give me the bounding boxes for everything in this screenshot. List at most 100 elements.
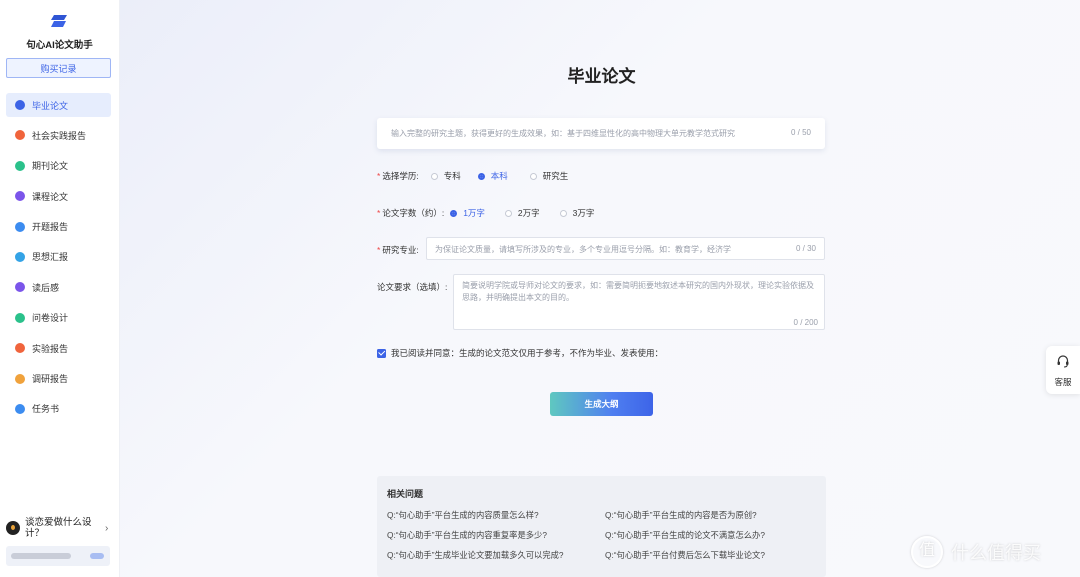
major-placeholder: 为保证论文质量，请填写所涉及的专业，多个专业用逗号分隔。如：教育学，经济学 <box>435 245 731 254</box>
requirements-textarea[interactable]: 简要说明学院或导师对论文的要求，如：需要简明扼要地叙述本研究的国内外现状，理论实… <box>453 274 825 330</box>
purchase-records-button[interactable]: 购买记录 <box>6 58 111 78</box>
sidebar-item-label: 读后感 <box>32 282 60 293</box>
education-option-associate[interactable]: 专科 <box>430 170 461 182</box>
radio-dot <box>529 172 537 180</box>
major-input[interactable]: 为保证论文质量，请填写所涉及的专业，多个专业用逗号分隔。如：教育学，经济学 0 … <box>426 237 825 260</box>
requirements-label: 论文要求（选填）: <box>377 282 448 292</box>
faq-question[interactable]: Q:“句心助手”生成毕业论文要加载多久可以完成? <box>387 549 564 561</box>
required-mark: * <box>377 171 381 181</box>
faq-question[interactable]: Q:“句心助手”平台生成的内容是否为原创? <box>605 509 757 521</box>
sidebar-item-label: 社会实践报告 <box>32 130 87 141</box>
watermark-text: 什么值得买 <box>951 543 1041 563</box>
word-count-row: * 论文字数（约）: 1万字 2万字 3万字 <box>377 207 594 219</box>
blurred-user-link[interactable] <box>90 553 104 559</box>
sidebar-item-label: 毕业论文 <box>32 100 69 111</box>
promo-text: 谈恋爱做什么设计？ <box>25 517 92 539</box>
faq-question[interactable]: Q:“句心助手”平台生成的论文不满意怎么办? <box>605 529 765 541</box>
agreement-text: 我已阅读并同意：生成的论文范文仅用于参考，不作为毕业、发表使用： <box>391 348 664 358</box>
journal-icon <box>15 160 25 171</box>
sidebar-item-label: 开题报告 <box>32 222 69 233</box>
education-option-bachelor[interactable]: 本科 <box>477 170 508 182</box>
blurred-user-info <box>11 553 71 559</box>
promo-avatar <box>6 521 20 535</box>
customer-service-label: 客服 <box>1054 377 1072 387</box>
sidebar-item-thought-report[interactable]: 思想汇报 <box>6 245 111 269</box>
radio-dot <box>450 209 458 217</box>
sidebar-item-social-practice[interactable]: 社会实践报告 <box>6 123 111 147</box>
thesis-icon <box>15 100 25 110</box>
sidebar-item-course[interactable]: 课程论文 <box>6 184 111 208</box>
faq-title: 相关问题 <box>387 489 424 499</box>
radio-dot <box>430 172 438 180</box>
thought-report-icon <box>15 251 25 262</box>
user-account-bar[interactable] <box>6 546 110 566</box>
faq-question[interactable]: Q:“句心助手”平台付费后怎么下载毕业论文? <box>605 549 765 561</box>
major-label: 研究专业: <box>382 245 419 255</box>
radio-dot <box>504 209 512 217</box>
sidebar-item-reading[interactable]: 读后感 <box>6 275 111 299</box>
word-count-option-20k[interactable]: 2万字 <box>504 207 540 219</box>
sidebar-nav: 毕业论文 社会实践报告 期刊论文 课程论文 开题报告 思想汇报 读后感 问卷设计… <box>6 93 111 427</box>
sidebar-item-label: 问卷设计 <box>32 313 69 324</box>
sidebar-item-proposal[interactable]: 开题报告 <box>6 215 111 239</box>
sidebar-item-experiment[interactable]: 实验报告 <box>6 336 111 360</box>
sidebar-item-label: 思想汇报 <box>32 252 69 263</box>
sidebar-item-label: 任务书 <box>32 404 60 415</box>
faq-question[interactable]: Q:“句心助手”平台生成的内容重复率是多少? <box>387 529 547 541</box>
generate-outline-button[interactable]: 生成大纲 <box>550 392 653 416</box>
agreement-row: 我已阅读并同意：生成的论文范文仅用于参考，不作为毕业、发表使用： <box>377 347 663 359</box>
questionnaire-icon <box>15 312 25 323</box>
sidebar-item-task-book[interactable]: 任务书 <box>6 397 111 421</box>
major-counter: 0 / 30 <box>795 244 816 253</box>
radio-label: 本科 <box>490 171 508 181</box>
course-icon <box>15 191 25 202</box>
reading-icon <box>15 282 25 293</box>
customer-service-button[interactable]: 客服 <box>1046 346 1080 394</box>
experiment-icon <box>15 343 25 354</box>
radio-dot <box>477 172 485 180</box>
sidebar-item-label: 期刊论文 <box>32 161 69 172</box>
sidebar-item-questionnaire[interactable]: 问卷设计 <box>6 306 111 330</box>
sidebar-item-thesis[interactable]: 毕业论文 <box>6 93 111 117</box>
site-watermark: 值 什么值得买 <box>911 536 1041 568</box>
faq-question[interactable]: Q:“句心助手”平台生成的内容质量怎么样? <box>387 509 539 521</box>
chevron-right-icon: › <box>105 522 109 534</box>
social-practice-icon <box>15 130 25 141</box>
main-content: 毕业论文 输入完整的研究主题，获得更好的生成效果，如：基于四维显性化的高中物理大… <box>120 0 1080 577</box>
sidebar-item-label: 调研报告 <box>32 374 69 385</box>
sidebar-item-journal[interactable]: 期刊论文 <box>6 154 111 178</box>
radio-label: 研究生 <box>542 171 569 181</box>
word-count-option-10k[interactable]: 1万字 <box>450 207 485 219</box>
word-count-label: 论文字数（约）: <box>382 208 445 218</box>
agreement-checkbox[interactable] <box>377 348 386 358</box>
education-row: * 选择学历: 专科 本科 研究生 <box>377 170 568 182</box>
research-icon <box>15 373 25 384</box>
topic-input[interactable]: 输入完整的研究主题，获得更好的生成效果，如：基于四维显性化的高中物理大单元教学范… <box>377 118 825 149</box>
task-book-icon <box>15 403 25 414</box>
topic-placeholder: 输入完整的研究主题，获得更好的生成效果，如：基于四维显性化的高中物理大单元教学范… <box>391 129 735 138</box>
required-mark: * <box>377 208 381 218</box>
word-count-option-30k[interactable]: 3万字 <box>559 207 595 219</box>
faq-panel: 相关问题 Q:“句心助手”平台生成的内容质量怎么样? Q:“句心助手”平台生成的… <box>377 476 826 577</box>
major-row: * 研究专业: <box>377 244 419 256</box>
required-mark: * <box>377 245 381 255</box>
sidebar-item-research[interactable]: 调研报告 <box>6 367 111 391</box>
sidebar-item-label: 实验报告 <box>32 343 69 354</box>
proposal-icon <box>15 221 25 232</box>
sidebar: 句心AI论文助手 购买记录 毕业论文 社会实践报告 期刊论文 课程论文 开题报告… <box>0 0 120 577</box>
headset-icon <box>1057 355 1069 368</box>
app-logo-icon <box>51 15 67 27</box>
radio-label: 3万字 <box>572 208 595 218</box>
radio-label: 1万字 <box>463 208 485 218</box>
page-title: 毕业论文 <box>567 67 636 86</box>
requirements-counter: 0 / 200 <box>793 318 818 327</box>
app-title: 句心AI论文助手 <box>26 40 93 51</box>
radio-dot <box>559 209 567 217</box>
education-label: 选择学历: <box>382 171 419 181</box>
promo-link[interactable]: 谈恋爱做什么设计？ › <box>6 515 116 541</box>
requirements-row: 论文要求（选填）: <box>377 281 447 293</box>
watermark-logo-icon: 值 <box>911 536 943 568</box>
education-option-graduate[interactable]: 研究生 <box>529 170 569 182</box>
requirements-placeholder: 简要说明学院或导师对论文的要求，如：需要简明扼要地叙述本研究的国内外现状，理论实… <box>462 281 814 302</box>
radio-label: 2万字 <box>517 208 540 218</box>
